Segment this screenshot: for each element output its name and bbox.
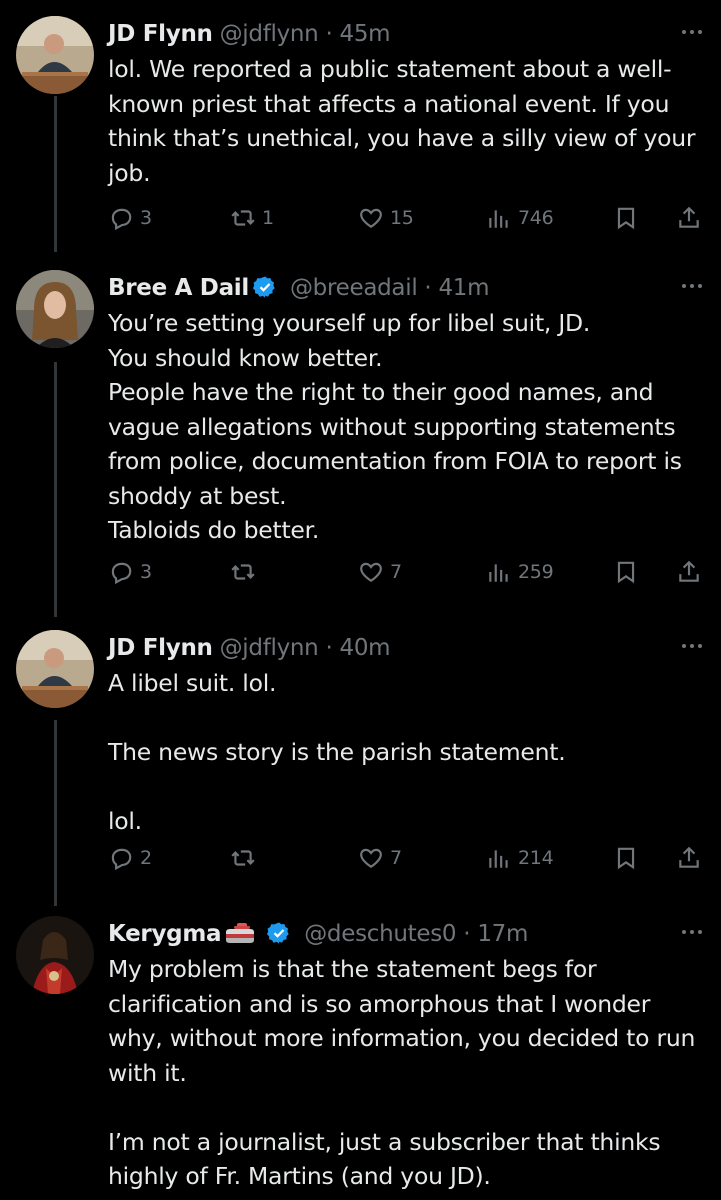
tweet-text: A libel suit. lol. The news story is the… bbox=[108, 669, 566, 835]
reply-count: 2 bbox=[140, 847, 152, 869]
avatar-kerygma-image bbox=[16, 916, 94, 994]
timestamp[interactable]: 40m bbox=[340, 635, 391, 661]
retweet-count: 1 bbox=[262, 207, 274, 229]
tweet-text: lol. We reported a public statement abou… bbox=[108, 55, 703, 187]
share-button[interactable] bbox=[676, 552, 708, 592]
views-icon bbox=[489, 564, 508, 582]
more-icon[interactable] bbox=[679, 276, 705, 296]
avatar-jdflynn-image bbox=[16, 16, 94, 94]
tweet-text: You’re setting yourself up for libel sui… bbox=[108, 309, 682, 544]
action-bar: 3 7 259 bbox=[108, 552, 708, 592]
bookmark-button[interactable] bbox=[613, 838, 645, 878]
timestamp[interactable]: 41m bbox=[438, 275, 489, 301]
like-count: 7 bbox=[390, 847, 402, 869]
views-button[interactable]: 746 bbox=[486, 198, 554, 238]
bookmark-icon bbox=[617, 847, 635, 870]
author-name[interactable]: Kerygma bbox=[108, 921, 222, 947]
thread-line bbox=[54, 720, 57, 906]
author-handle[interactable]: @deschutes0 bbox=[304, 921, 456, 947]
author-name[interactable]: Bree A Dail bbox=[108, 275, 249, 301]
separator-dot: · bbox=[325, 635, 333, 661]
reply-icon bbox=[111, 562, 132, 585]
retweet-icon bbox=[231, 564, 255, 580]
verified-badge-icon bbox=[252, 276, 275, 298]
views-count: 746 bbox=[518, 207, 554, 229]
more-icon[interactable] bbox=[679, 22, 705, 42]
like-button[interactable]: 7 bbox=[358, 838, 402, 878]
author-name[interactable]: JD Flynn bbox=[108, 635, 213, 661]
avatar-jdflynn-image bbox=[16, 630, 94, 708]
tweet-header: JD Flynn @jdflynn · 40m bbox=[108, 628, 661, 668]
reply-icon bbox=[111, 848, 132, 871]
timestamp[interactable]: 17m bbox=[477, 921, 528, 947]
avatar-breeadail-image bbox=[16, 270, 94, 348]
action-bar: 2 7 214 bbox=[108, 838, 708, 878]
retweet-icon bbox=[231, 210, 255, 226]
views-icon bbox=[489, 210, 508, 228]
reply-icon bbox=[111, 208, 132, 231]
reply-count: 3 bbox=[140, 561, 152, 583]
reply-button[interactable]: 3 bbox=[108, 198, 152, 238]
reply-count: 3 bbox=[140, 207, 152, 229]
author-handle[interactable]: @breeadail bbox=[290, 275, 418, 301]
like-button[interactable]: 15 bbox=[358, 198, 414, 238]
retweet-icon bbox=[231, 850, 255, 866]
like-icon bbox=[360, 562, 382, 582]
author-handle[interactable]: @jdflynn bbox=[220, 635, 319, 661]
avatar[interactable] bbox=[16, 270, 94, 348]
like-button[interactable]: 7 bbox=[358, 552, 402, 592]
avatar[interactable] bbox=[16, 630, 94, 708]
timestamp[interactable]: 45m bbox=[340, 21, 391, 47]
retweet-button[interactable] bbox=[230, 552, 262, 592]
share-icon bbox=[679, 560, 699, 582]
views-icon bbox=[489, 850, 508, 868]
retweet-button[interactable]: 1 bbox=[230, 198, 274, 238]
views-count: 259 bbox=[518, 561, 554, 583]
views-button[interactable]: 214 bbox=[486, 838, 554, 878]
bookmark-button[interactable] bbox=[613, 552, 645, 592]
author-handle[interactable]: @jdflynn bbox=[220, 21, 319, 47]
author-name[interactable]: JD Flynn bbox=[108, 21, 213, 47]
curling-stone-icon bbox=[226, 923, 255, 943]
like-icon bbox=[360, 208, 382, 228]
share-button[interactable] bbox=[676, 198, 708, 238]
separator-dot: · bbox=[325, 21, 333, 47]
bookmark-button[interactable] bbox=[613, 198, 645, 238]
action-bar: 3 1 15 746 bbox=[108, 198, 708, 238]
like-count: 15 bbox=[390, 207, 414, 229]
avatar[interactable] bbox=[16, 916, 94, 994]
avatar[interactable] bbox=[16, 16, 94, 94]
like-icon bbox=[360, 848, 382, 868]
like-count: 7 bbox=[390, 561, 402, 583]
more-icon[interactable] bbox=[679, 636, 705, 656]
separator-dot: · bbox=[424, 275, 432, 301]
thread-line bbox=[54, 96, 57, 252]
thread-line bbox=[54, 362, 57, 617]
share-button[interactable] bbox=[676, 838, 708, 878]
tweet-header: Kerygma @deschutes0 · 17m bbox=[108, 914, 661, 954]
views-count: 214 bbox=[518, 847, 554, 869]
share-icon bbox=[679, 206, 699, 228]
reply-button[interactable]: 3 bbox=[108, 552, 152, 592]
share-icon bbox=[679, 846, 699, 868]
tweet-header: Bree A Dail @breeadail · 41m bbox=[108, 268, 661, 308]
tweet-header: JD Flynn @jdflynn · 45m bbox=[108, 14, 661, 54]
bookmark-icon bbox=[617, 561, 635, 584]
retweet-button[interactable] bbox=[230, 838, 262, 878]
verified-badge-icon bbox=[267, 922, 289, 944]
views-button[interactable]: 259 bbox=[486, 552, 554, 592]
separator-dot: · bbox=[463, 921, 471, 947]
more-icon[interactable] bbox=[679, 922, 705, 942]
tweet-text: My problem is that the statement begs fo… bbox=[108, 955, 696, 1190]
reply-button[interactable]: 2 bbox=[108, 838, 152, 878]
bookmark-icon bbox=[617, 207, 635, 230]
